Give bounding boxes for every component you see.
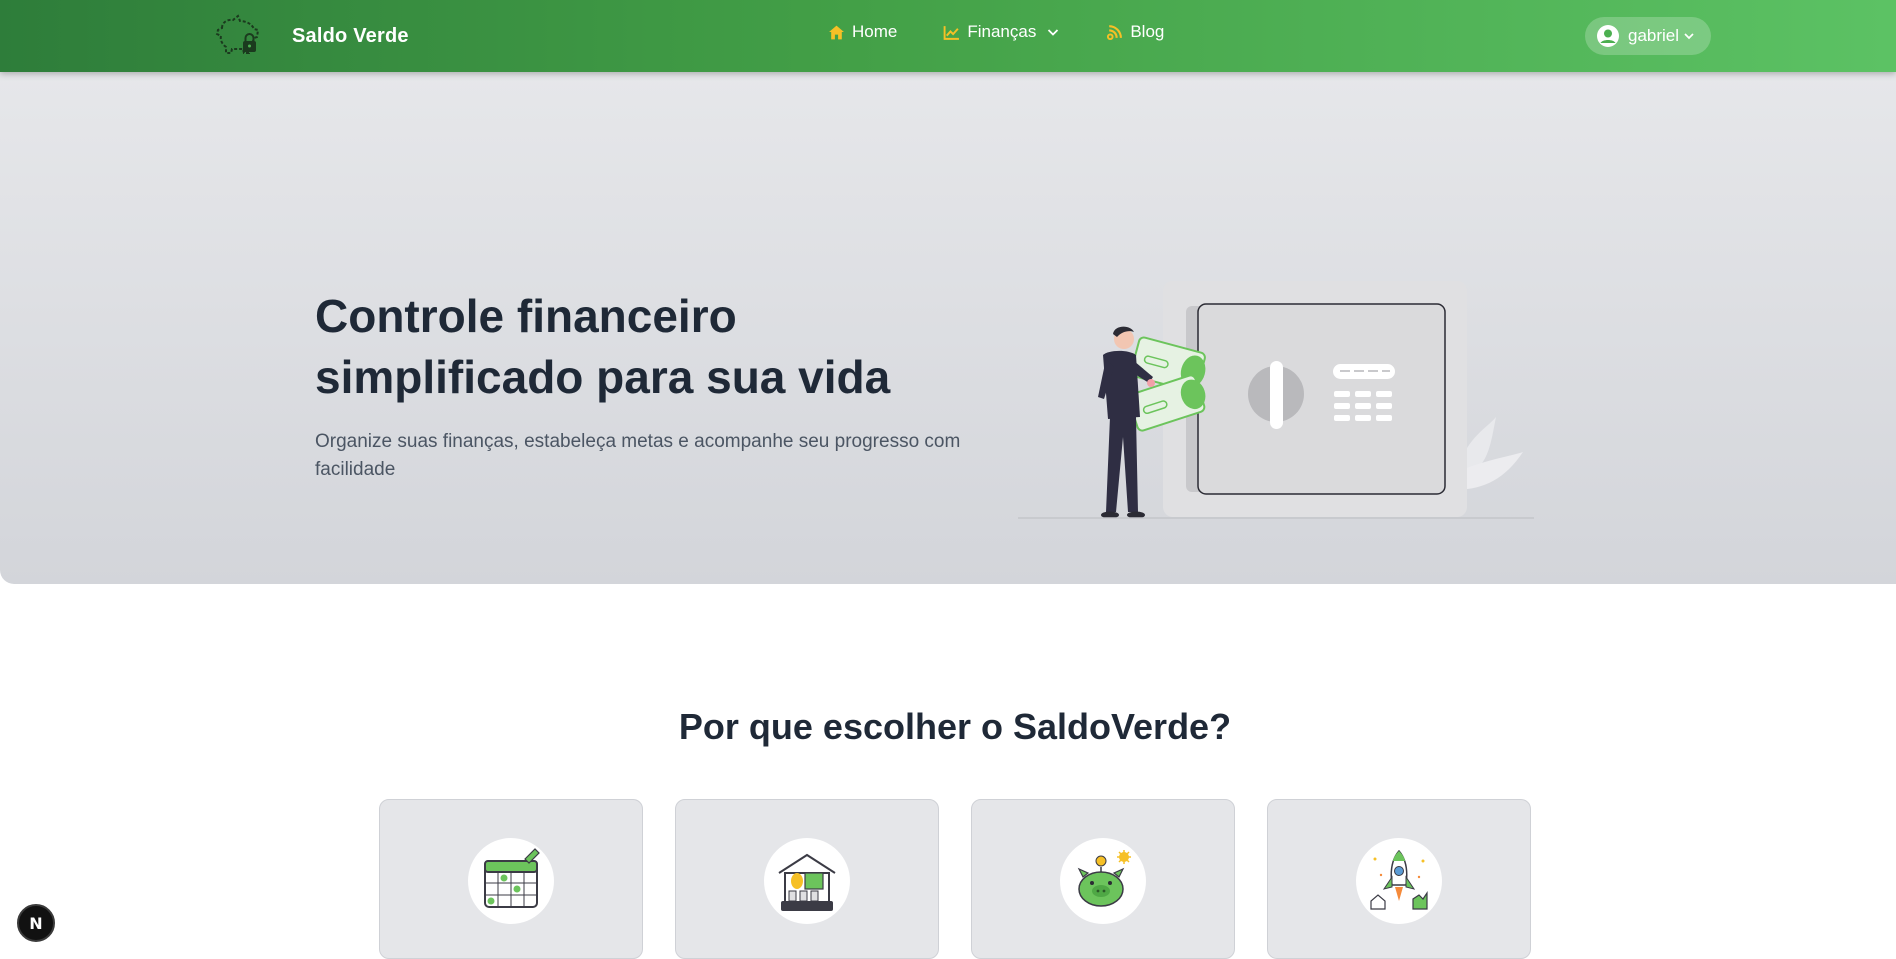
chart-line-icon	[943, 25, 960, 40]
main-nav: Home Finanças Blog	[828, 22, 1164, 42]
feature-icon-wrap	[1060, 838, 1146, 924]
feature-card-3	[971, 799, 1235, 959]
rocket-icon	[1370, 849, 1428, 910]
blog-icon	[1107, 24, 1123, 40]
hero-subtitle: Organize suas finanças, estabeleça metas…	[315, 431, 961, 480]
feature-icon-wrap	[764, 838, 850, 924]
nav-home-label: Home	[852, 22, 898, 41]
feature-card-2	[675, 799, 939, 959]
hero-title: Controle financeiro simplificado para su…	[315, 286, 1015, 408]
calendar-icon	[484, 848, 540, 908]
dev-badge-label: N	[29, 913, 43, 933]
nav-blog-label: Blog	[1130, 22, 1165, 41]
nav-home-link[interactable]: Home	[828, 22, 897, 42]
piggy-bank-icon	[1077, 850, 1131, 907]
top-navbar: Saldo Verde Home Finanças Blog gabriel	[0, 0, 1896, 72]
nav-blog-link[interactable]: Blog	[1106, 22, 1164, 42]
nav-financas-label: Finanças	[967, 22, 1037, 41]
feature-card-1	[379, 799, 643, 959]
feature-icon-wrap	[1356, 838, 1442, 924]
chevron-down-icon	[1048, 29, 1059, 36]
user-name: gabriel	[1628, 26, 1680, 45]
chevron-down-icon	[1684, 33, 1694, 40]
piggy-lock-logo-icon	[215, 14, 260, 54]
nextjs-dev-badge[interactable]: N	[17, 904, 55, 942]
hero-title-line1: Controle financeiro	[315, 290, 737, 342]
hero-title-line2: simplificado para sua vida	[315, 351, 891, 403]
brand[interactable]: Saldo Verde	[214, 12, 409, 60]
hero-section: Controle financeiro simplificado para su…	[0, 72, 1896, 584]
house-savings-icon	[778, 853, 836, 911]
user-circle-icon	[1597, 25, 1619, 47]
features-title: Por que escolher o SaldoVerde?	[678, 706, 1232, 747]
safe-illustration	[1018, 281, 1534, 519]
home-icon	[829, 25, 844, 39]
brand-name: Saldo Verde	[292, 24, 409, 47]
feature-card-4	[1267, 799, 1531, 959]
nav-financas-dropdown[interactable]: Finanças	[943, 22, 1060, 42]
user-menu-button[interactable]: gabriel	[1585, 17, 1711, 55]
feature-icon-wrap	[468, 838, 554, 924]
